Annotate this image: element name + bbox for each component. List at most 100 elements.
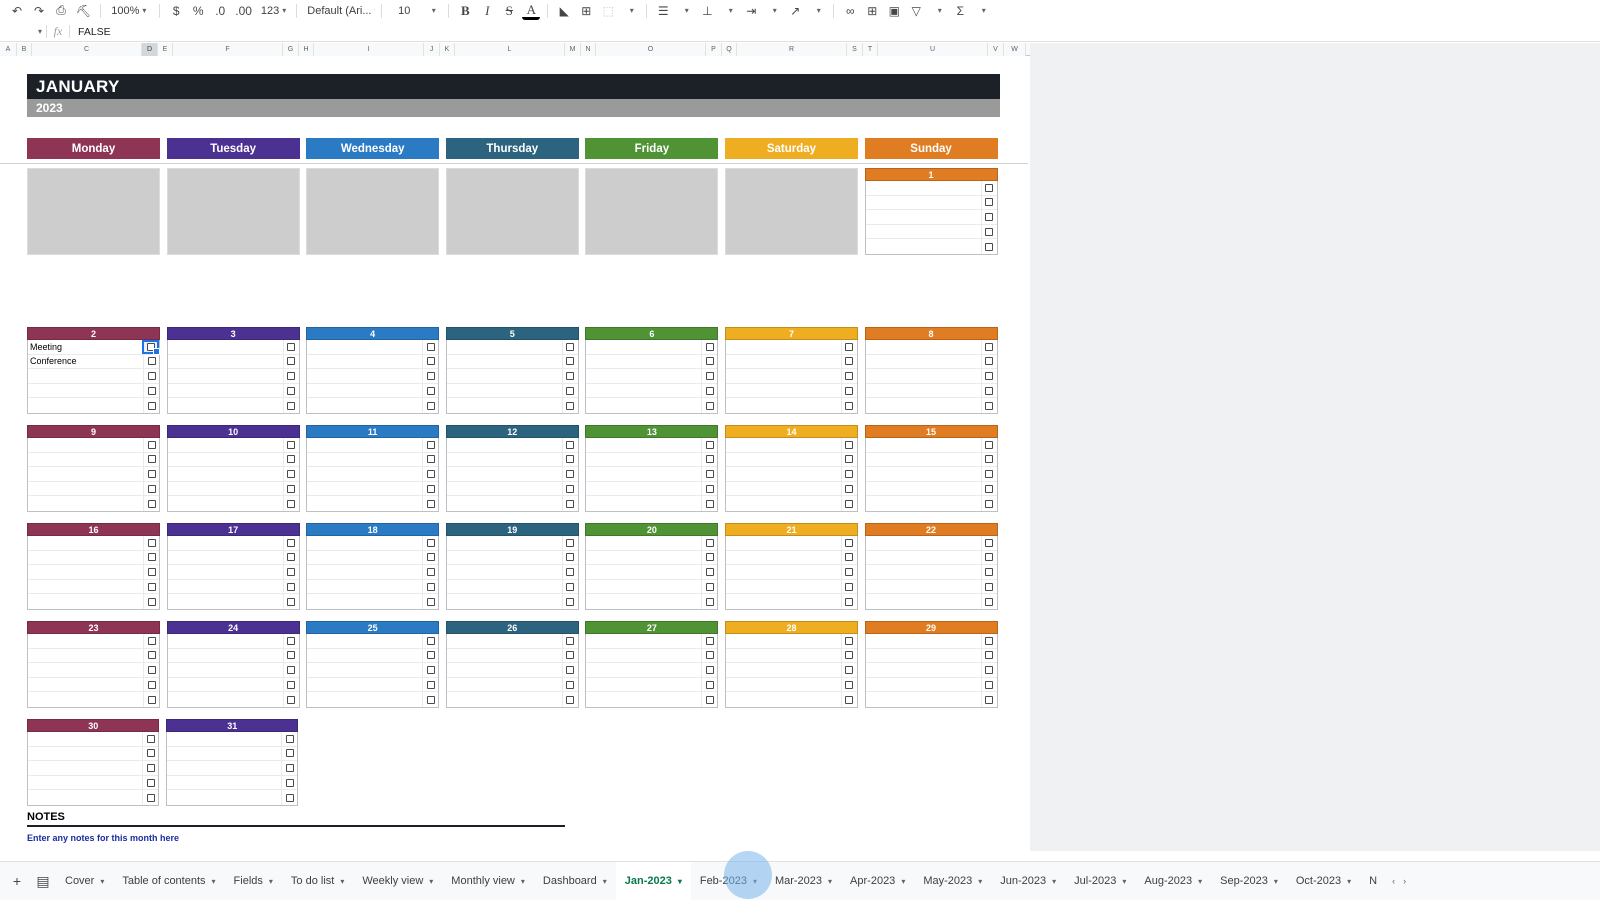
task-checkbox-cell[interactable]: [282, 662, 299, 678]
checkbox-icon[interactable]: [287, 553, 296, 562]
checkbox-icon[interactable]: [566, 401, 575, 410]
task-checkbox-cell[interactable]: [980, 496, 997, 511]
column-header-s[interactable]: S: [847, 43, 863, 56]
task-checkbox-cell[interactable]: [980, 354, 997, 369]
checkbox-icon[interactable]: [845, 695, 854, 704]
sheet-tab-sep-2023[interactable]: Sep-2023 ▾: [1211, 862, 1287, 901]
task-checkbox-cell[interactable]: [840, 481, 857, 496]
checkbox-icon[interactable]: [705, 538, 714, 547]
checkbox-icon[interactable]: [287, 695, 296, 704]
checkbox-icon[interactable]: [566, 484, 575, 493]
checkbox-icon[interactable]: [287, 484, 296, 493]
task-checkbox-cell[interactable]: [840, 579, 857, 594]
task-checkbox-cell[interactable]: [840, 466, 857, 482]
checkbox-icon[interactable]: [566, 636, 575, 645]
checkbox-icon[interactable]: [985, 553, 994, 562]
checkbox-icon[interactable]: [147, 636, 156, 645]
checkbox-icon[interactable]: [985, 212, 994, 221]
checkbox-icon[interactable]: [985, 695, 994, 704]
checkbox-icon[interactable]: [566, 695, 575, 704]
insert-link-icon[interactable]: ∞: [841, 2, 859, 20]
task-checkbox-cell[interactable]: [422, 662, 438, 678]
task-checkbox-cell[interactable]: [422, 550, 438, 565]
task-checkbox-cell[interactable]: [980, 535, 997, 551]
checkbox-icon[interactable]: [566, 440, 575, 449]
sheet-tab-aug-2023[interactable]: Aug-2023 ▾: [1135, 862, 1211, 901]
task-checkbox-cell[interactable]: [701, 452, 717, 467]
checkbox-icon[interactable]: [287, 582, 296, 591]
insert-comment-icon[interactable]: ⊞: [863, 2, 881, 20]
task-checkbox-cell[interactable]: [142, 339, 160, 355]
task-checkbox-cell[interactable]: [282, 466, 299, 482]
task-checkbox-cell[interactable]: [980, 368, 997, 384]
checkbox-icon[interactable]: [287, 567, 296, 576]
column-header-c[interactable]: C: [32, 43, 142, 56]
sheet-tab-dashboard[interactable]: Dashboard ▾: [534, 862, 616, 901]
task-checkbox-cell[interactable]: [142, 746, 158, 761]
checkbox-icon[interactable]: [287, 680, 296, 689]
task-checkbox-cell[interactable]: [561, 564, 578, 580]
checkbox-icon[interactable]: [566, 651, 575, 660]
calendar-day-21[interactable]: 21: [724, 523, 858, 610]
checkbox-icon[interactable]: [426, 342, 435, 351]
task-checkbox-cell[interactable]: [422, 452, 438, 467]
task-checkbox-cell[interactable]: [701, 648, 717, 663]
task-checkbox-cell[interactable]: [701, 437, 717, 453]
decrease-decimal-button[interactable]: .0: [211, 2, 229, 20]
sheet-tab-weekly-view[interactable]: Weekly view ▾: [353, 862, 442, 901]
checkbox-icon[interactable]: [146, 342, 155, 351]
checkbox-icon[interactable]: [705, 665, 714, 674]
calendar-day-13[interactable]: 13: [585, 425, 719, 512]
checkbox-icon[interactable]: [426, 401, 435, 410]
column-header-t[interactable]: T: [863, 43, 878, 56]
checkbox-icon[interactable]: [566, 680, 575, 689]
column-header-w[interactable]: W: [1004, 43, 1026, 56]
calendar-day-14[interactable]: 14: [724, 425, 858, 512]
task-checkbox-cell[interactable]: [980, 195, 997, 210]
checkbox-icon[interactable]: [985, 567, 994, 576]
chevron-down-icon[interactable]: ▾: [1198, 877, 1202, 886]
text-rotation-icon[interactable]: ↗: [786, 2, 804, 20]
column-header-g[interactable]: G: [283, 43, 299, 56]
checkbox-icon[interactable]: [287, 342, 296, 351]
task-checkbox-cell[interactable]: [561, 339, 578, 355]
task-checkbox-cell[interactable]: [980, 564, 997, 580]
checkbox-icon[interactable]: [287, 636, 296, 645]
checkbox-icon[interactable]: [146, 763, 155, 772]
checkbox-icon[interactable]: [566, 597, 575, 606]
number-format-selector[interactable]: 123 ▾: [257, 2, 290, 20]
column-header-v[interactable]: V: [988, 43, 1004, 56]
checkbox-icon[interactable]: [985, 651, 994, 660]
task-checkbox-cell[interactable]: [143, 633, 159, 649]
tab-nav-prev[interactable]: ‹: [1388, 876, 1399, 886]
task-checkbox-cell[interactable]: [840, 550, 857, 565]
checkbox-icon[interactable]: [287, 386, 296, 395]
task-checkbox-cell[interactable]: [422, 339, 438, 355]
sheet-tab-jun-2023[interactable]: Jun-2023 ▾: [991, 862, 1065, 901]
task-checkbox-cell[interactable]: [980, 239, 997, 254]
task-checkbox-cell[interactable]: [701, 594, 717, 609]
checkbox-icon[interactable]: [705, 440, 714, 449]
filter-dropdown-icon[interactable]: ▾: [929, 2, 947, 20]
column-header-u[interactable]: U: [878, 43, 988, 56]
task-checkbox-cell[interactable]: [561, 550, 578, 565]
calendar-day-30[interactable]: 30: [27, 719, 160, 806]
task-checkbox-cell[interactable]: [561, 535, 578, 551]
task-checkbox-cell[interactable]: [701, 633, 717, 649]
task-checkbox-cell[interactable]: [143, 662, 159, 678]
task-checkbox-cell[interactable]: [422, 535, 438, 551]
task-checkbox-cell[interactable]: [281, 775, 297, 790]
checkbox-icon[interactable]: [426, 695, 435, 704]
task-checkbox-cell[interactable]: [561, 677, 578, 692]
checkbox-icon[interactable]: [566, 455, 575, 464]
task-checkbox-cell[interactable]: [701, 692, 717, 707]
calendar-day-12[interactable]: 12: [445, 425, 579, 512]
task-checkbox-cell[interactable]: [840, 368, 857, 384]
checkbox-icon[interactable]: [985, 357, 994, 366]
checkbox-icon[interactable]: [566, 553, 575, 562]
checkbox-icon[interactable]: [845, 342, 854, 351]
task-checkbox-cell[interactable]: [282, 579, 299, 594]
checkbox-icon[interactable]: [147, 695, 156, 704]
checkbox-icon[interactable]: [705, 651, 714, 660]
calendar-day-29[interactable]: 29: [864, 621, 998, 708]
